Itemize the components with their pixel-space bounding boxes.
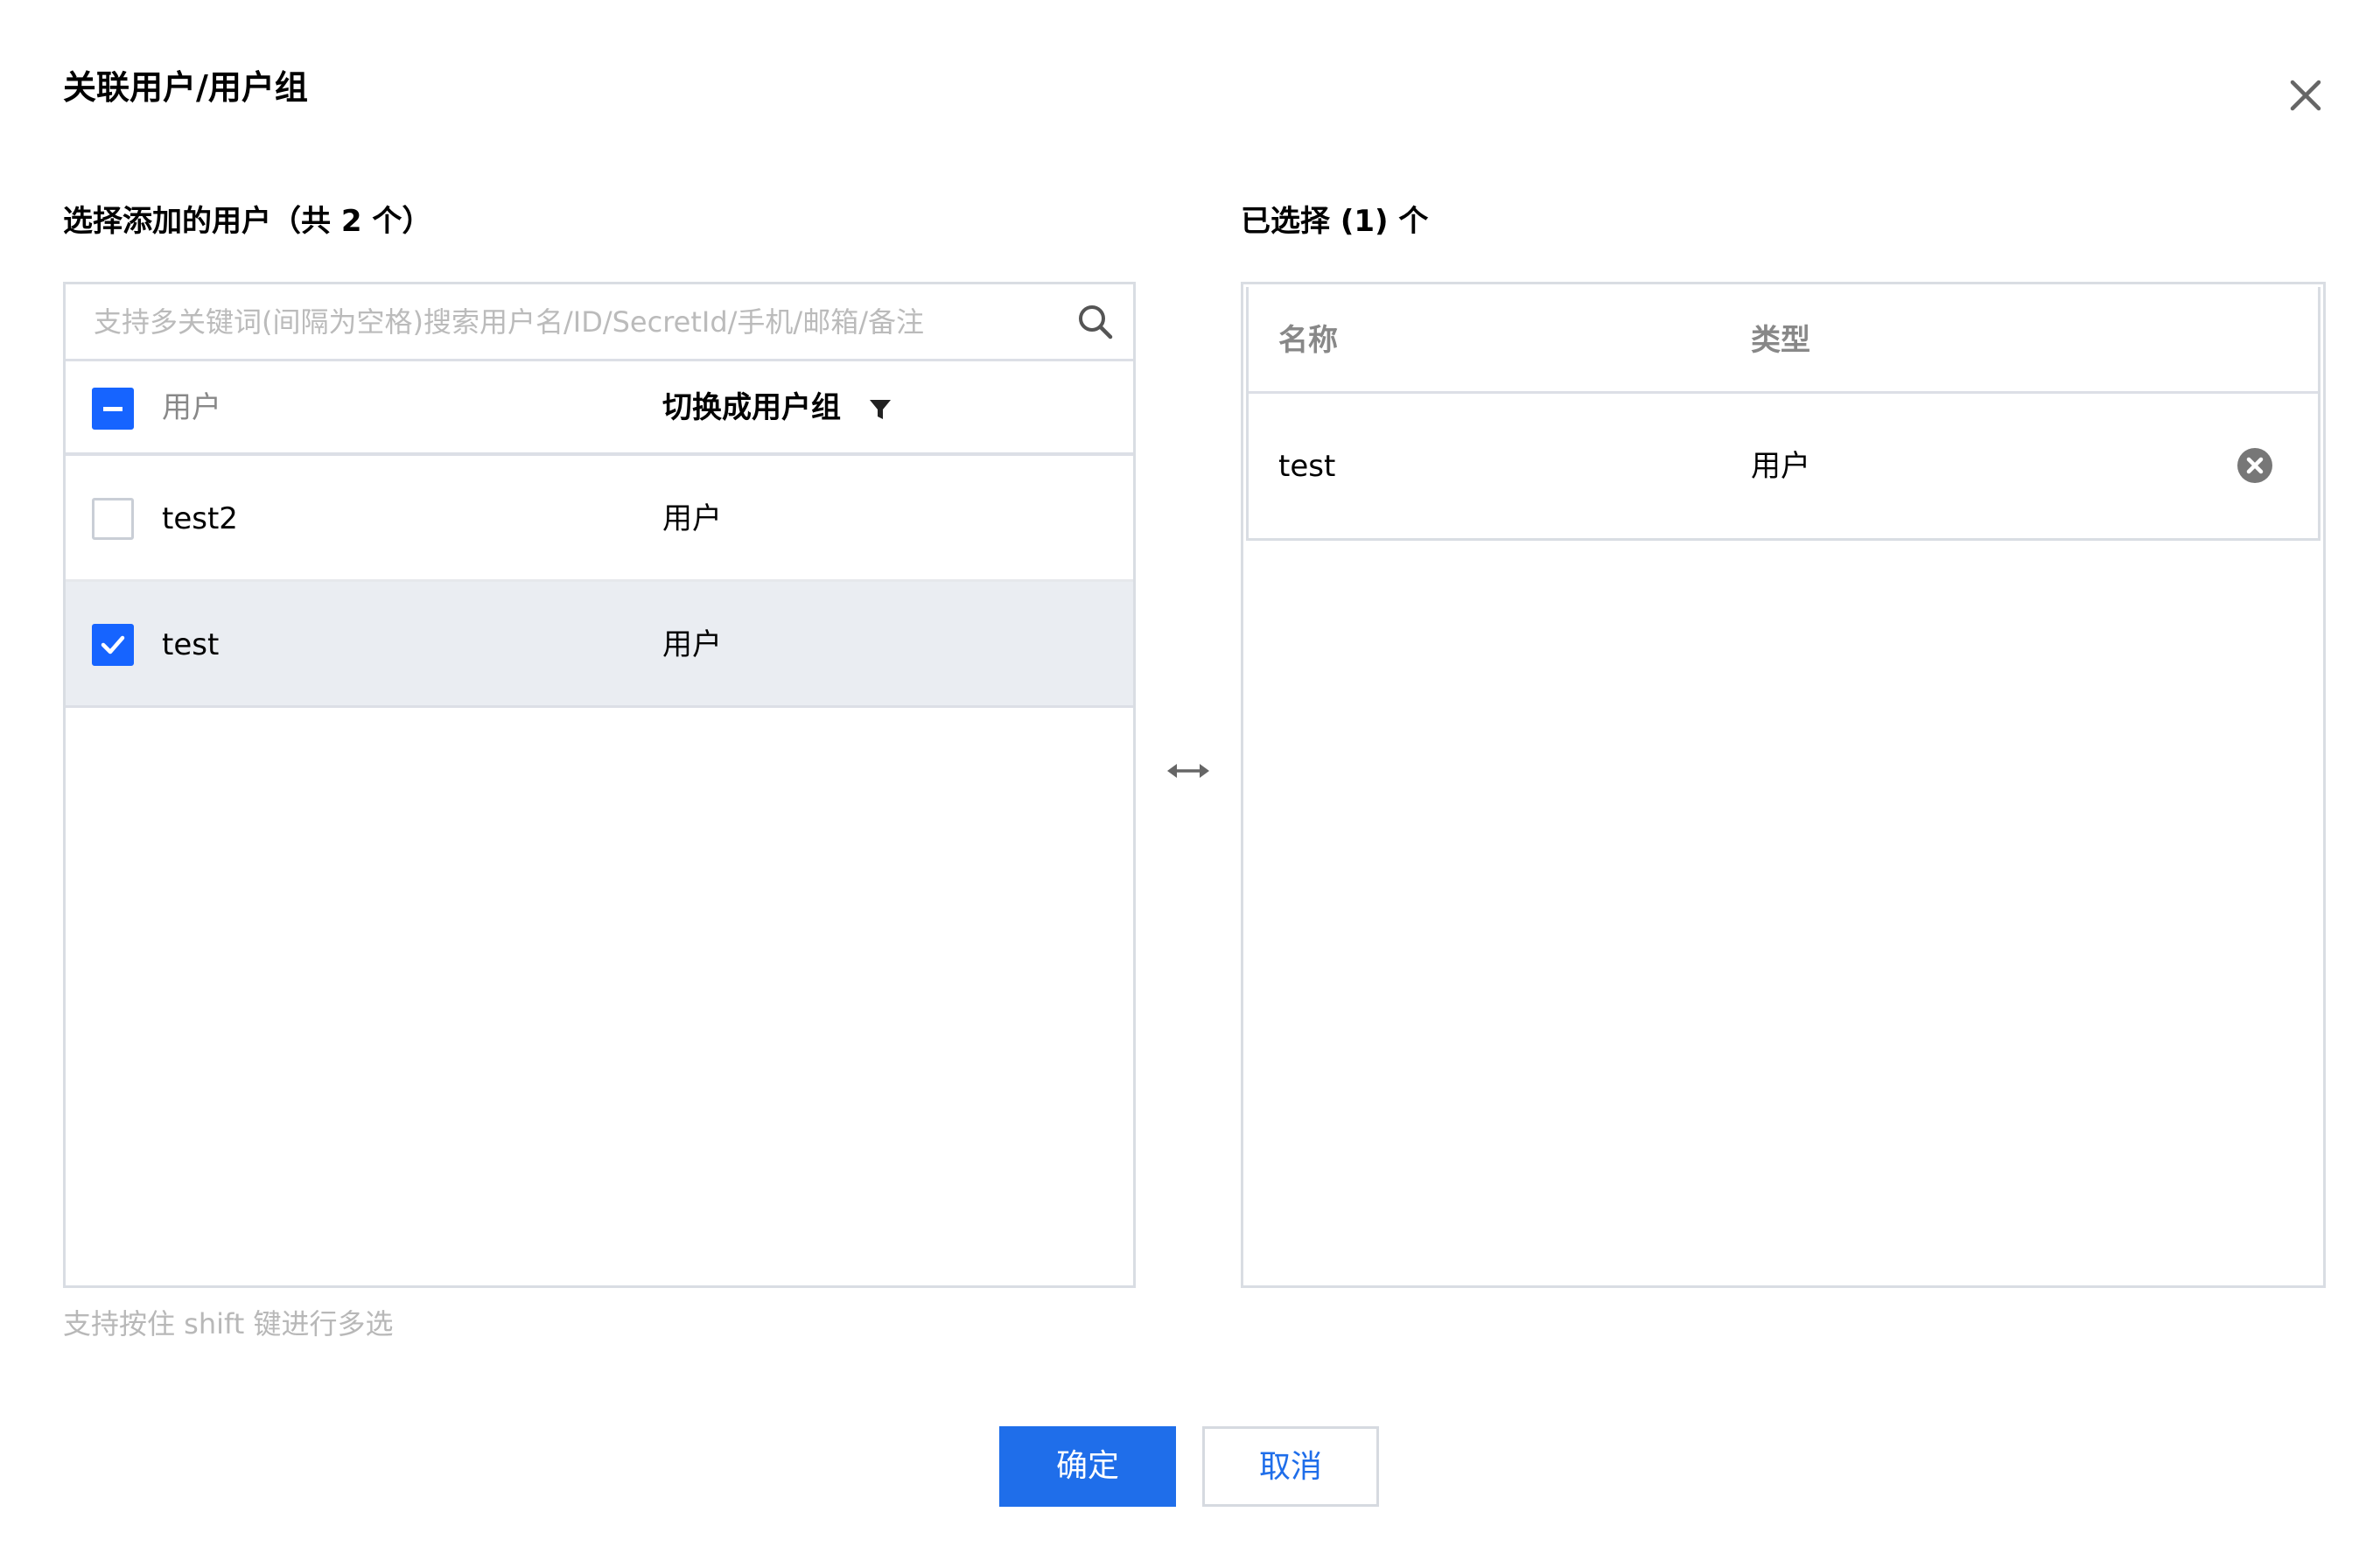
dialog-title: 关联用户/用户组	[63, 68, 308, 107]
filter-icon[interactable]	[867, 396, 893, 423]
user-type: 用户	[662, 501, 722, 536]
column-header-user: 用户	[162, 390, 221, 425]
column-header-name: 名称	[1278, 323, 1338, 358]
selected-users-panel: 名称 类型 test 用户	[1241, 282, 2326, 1288]
selected-table-header: 名称 类型	[1249, 287, 2318, 394]
user-name: test	[162, 627, 220, 662]
remove-icon[interactable]	[2236, 446, 2274, 485]
user-type: 用户	[662, 627, 722, 662]
selected-count-label: 已选择 (1) 个	[1241, 204, 1429, 239]
row-checkbox[interactable]	[92, 624, 134, 666]
search-icon[interactable]	[1075, 302, 1116, 342]
available-users-label: 选择添加的用户（共 2 个）	[63, 204, 432, 239]
multi-select-hint: 支持按住 shift 键进行多选	[63, 1307, 394, 1340]
available-users-panel: 用户 切换成用户组 test2 用户 test 用户	[63, 282, 1136, 1288]
confirm-button[interactable]: 确定	[999, 1426, 1176, 1507]
cancel-button[interactable]: 取消	[1202, 1426, 1379, 1507]
table-row[interactable]: test 用户	[66, 582, 1133, 708]
selected-type: 用户	[1751, 449, 1810, 484]
column-header-type: 类型	[1751, 323, 1810, 358]
search-bar	[66, 284, 1133, 361]
table-row[interactable]: test2 用户	[66, 456, 1133, 582]
table-header: 用户 切换成用户组	[66, 361, 1133, 456]
close-button[interactable]	[2286, 75, 2326, 116]
selected-table: 名称 类型 test 用户	[1246, 287, 2320, 541]
selected-name: test	[1278, 449, 1336, 484]
check-icon	[101, 635, 125, 654]
search-input[interactable]	[92, 297, 1040, 347]
select-all-checkbox[interactable]	[92, 388, 134, 430]
associate-users-dialog: 关联用户/用户组 选择添加的用户（共 2 个） 已选择 (1) 个 用户 切换成…	[0, 0, 2373, 1568]
switch-to-group-toggle[interactable]: 切换成用户组	[662, 384, 841, 431]
swap-arrows-icon	[1166, 758, 1211, 784]
row-checkbox[interactable]	[92, 498, 134, 540]
user-name: test2	[162, 501, 238, 536]
close-icon	[2290, 80, 2321, 111]
selected-row: test 用户	[1249, 394, 2318, 541]
